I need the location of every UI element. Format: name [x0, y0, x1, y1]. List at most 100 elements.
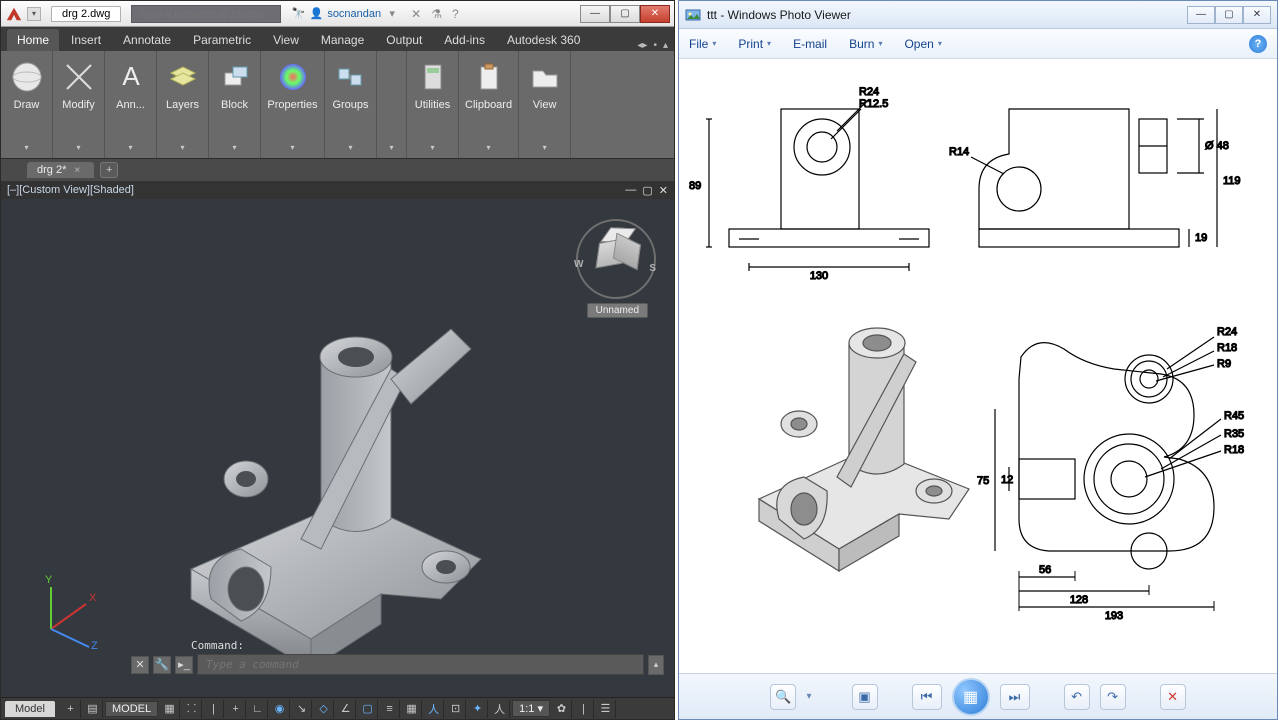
- qat-dropdown-icon[interactable]: ▾: [27, 7, 41, 21]
- panel-clipboard[interactable]: Clipboard▾: [459, 51, 519, 158]
- vp-minimize-icon[interactable]: —: [625, 184, 636, 196]
- chevron-down-icon[interactable]: ▾: [128, 143, 132, 156]
- panel-modify[interactable]: Modify▾: [53, 51, 105, 158]
- ribbon-tab-manage[interactable]: Manage: [311, 29, 374, 51]
- viewcube-cube-icon[interactable]: [596, 231, 637, 272]
- chevron-down-icon[interactable]: ▾: [76, 143, 80, 156]
- exchange-icon[interactable]: ✕: [411, 7, 421, 21]
- close-button[interactable]: ✕: [640, 5, 670, 23]
- minimize-button[interactable]: —: [580, 5, 610, 23]
- chevron-down-icon[interactable]: ▾: [24, 143, 28, 156]
- chevron-down-icon[interactable]: ▾: [348, 143, 352, 156]
- panel-properties[interactable]: Properties▾: [261, 51, 325, 158]
- polar-icon[interactable]: ◉: [270, 700, 290, 718]
- prev-button[interactable]: ⏮: [912, 684, 942, 710]
- viewcube[interactable]: W S: [576, 219, 656, 299]
- maximize-button[interactable]: ▢: [610, 5, 640, 23]
- chevron-down-icon[interactable]: ▾: [806, 691, 811, 702]
- dynucs-icon[interactable]: 人: [424, 700, 444, 718]
- chevron-down-icon[interactable]: ▾: [487, 143, 491, 156]
- otrack-icon[interactable]: ▢: [358, 700, 378, 718]
- grid-icon[interactable]: ▦: [160, 700, 180, 718]
- next-button[interactable]: ⏭: [1000, 684, 1030, 710]
- menu-file[interactable]: File▾: [689, 37, 716, 51]
- layout-add-icon[interactable]: +: [61, 700, 81, 718]
- close-tab-icon[interactable]: ×: [74, 165, 80, 176]
- cmd-history-up-icon[interactable]: ▴: [648, 655, 664, 675]
- rotate-ccw-button[interactable]: ↶: [1064, 684, 1090, 710]
- zoom-button[interactable]: 🔍: [770, 684, 796, 710]
- ribbon-tab-addins[interactable]: Add-ins: [434, 29, 495, 51]
- slideshow-button[interactable]: ▦: [952, 678, 990, 716]
- delete-button[interactable]: ✕: [1160, 684, 1186, 710]
- ribbon-tab-autodesk360[interactable]: Autodesk 360: [497, 29, 590, 51]
- chevron-down-icon[interactable]: ▾: [430, 143, 434, 156]
- help-icon[interactable]: ?: [452, 7, 459, 21]
- user-signin[interactable]: 🔭 👤 socnandan ▾: [291, 7, 399, 21]
- menu-print[interactable]: Print▾: [738, 37, 771, 51]
- iso-icon[interactable]: ↘: [292, 700, 312, 718]
- vp-close-icon[interactable]: ✕: [659, 184, 668, 197]
- ribbon-tab-annotate[interactable]: Annotate: [113, 29, 181, 51]
- osnap-icon[interactable]: ◇: [314, 700, 334, 718]
- ribbon-tab-home[interactable]: Home: [7, 29, 59, 51]
- selection-icon[interactable]: ⊡: [446, 700, 466, 718]
- panel-block[interactable]: Block▾: [209, 51, 261, 158]
- help-search-input[interactable]: [131, 5, 281, 23]
- share-icon[interactable]: ⚗: [431, 7, 442, 21]
- wpv-close-button[interactable]: ✕: [1243, 6, 1271, 24]
- ribbon-scroll-left-icon[interactable]: ◂▸: [637, 40, 647, 51]
- command-input[interactable]: [197, 654, 644, 675]
- ucs-icon[interactable]: X Y Z: [31, 569, 111, 649]
- layout-tab-model[interactable]: Model: [5, 701, 55, 717]
- angle-icon[interactable]: ∠: [336, 700, 356, 718]
- annotation-scale[interactable]: 1:1 ▾: [512, 700, 550, 717]
- customize-icon[interactable]: ☰: [596, 700, 616, 718]
- gear-icon[interactable]: ✿: [552, 700, 572, 718]
- chevron-down-icon[interactable]: ▾: [389, 143, 393, 156]
- ribbon-tab-output[interactable]: Output: [376, 29, 432, 51]
- menu-email[interactable]: E-mail: [793, 37, 827, 51]
- chevron-down-icon[interactable]: ▾: [290, 143, 294, 156]
- ortho-icon[interactable]: ∟: [248, 700, 268, 718]
- chevron-down-icon[interactable]: ▾: [543, 143, 547, 156]
- new-tab-button[interactable]: +: [100, 162, 118, 178]
- ribbon-tab-insert[interactable]: Insert: [61, 29, 111, 51]
- snap-icon[interactable]: ⸬: [182, 700, 202, 718]
- layout-menu-icon[interactable]: ▤: [83, 700, 103, 718]
- panel-layers[interactable]: Layers▾: [157, 51, 209, 158]
- wpv-image-area[interactable]: R24 R12.5 89 130 R14 Ø 48 119: [679, 59, 1277, 673]
- drawing-viewport[interactable]: W S Unnamed X Y Z Command: ✕ 🔧 ▸_ ▴: [1, 199, 674, 697]
- space-toggle[interactable]: MODEL: [105, 701, 158, 717]
- cmd-customize-icon[interactable]: 🔧: [153, 656, 171, 674]
- panel-annotation[interactable]: A Ann...▾: [105, 51, 157, 158]
- ribbon-tab-view[interactable]: View: [263, 29, 309, 51]
- chevron-down-icon[interactable]: ▾: [180, 143, 184, 156]
- document-title-tab[interactable]: drg 2.dwg: [51, 6, 121, 22]
- wpv-help-icon[interactable]: ?: [1249, 35, 1267, 53]
- vp-maximize-icon[interactable]: ▢: [642, 184, 652, 197]
- wpv-maximize-button[interactable]: ▢: [1215, 6, 1243, 24]
- chevron-down-icon[interactable]: ▾: [232, 143, 236, 156]
- annoscale-icon[interactable]: 人: [490, 700, 510, 718]
- ribbon-collapse-icon[interactable]: ▴: [663, 40, 668, 51]
- rotate-cw-button[interactable]: ↷: [1100, 684, 1126, 710]
- wpv-minimize-button[interactable]: —: [1187, 6, 1215, 24]
- ribbon-tab-parametric[interactable]: Parametric: [183, 29, 261, 51]
- menu-open[interactable]: Open▾: [904, 37, 941, 51]
- panel-draw[interactable]: Draw▾: [1, 51, 53, 158]
- ribbon-bullet-icon[interactable]: •: [653, 40, 657, 51]
- viewcube-label[interactable]: Unnamed: [587, 303, 648, 318]
- panel-groups[interactable]: Groups▾: [325, 51, 377, 158]
- gizmo-icon[interactable]: ✦: [468, 700, 488, 718]
- viewport-controls[interactable]: [–][Custom View][Shaded]: [7, 184, 134, 196]
- transparency-icon[interactable]: ▦: [402, 700, 422, 718]
- cmd-close-icon[interactable]: ✕: [131, 656, 149, 674]
- panel-view[interactable]: View▾: [519, 51, 571, 158]
- menu-burn[interactable]: Burn▾: [849, 37, 882, 51]
- panel-utilities[interactable]: Utilities▾: [407, 51, 459, 158]
- document-tab[interactable]: drg 2* ×: [27, 162, 94, 178]
- infer-icon[interactable]: +: [226, 700, 246, 718]
- actual-size-button[interactable]: ▣: [852, 684, 878, 710]
- lineweight-icon[interactable]: ≡: [380, 700, 400, 718]
